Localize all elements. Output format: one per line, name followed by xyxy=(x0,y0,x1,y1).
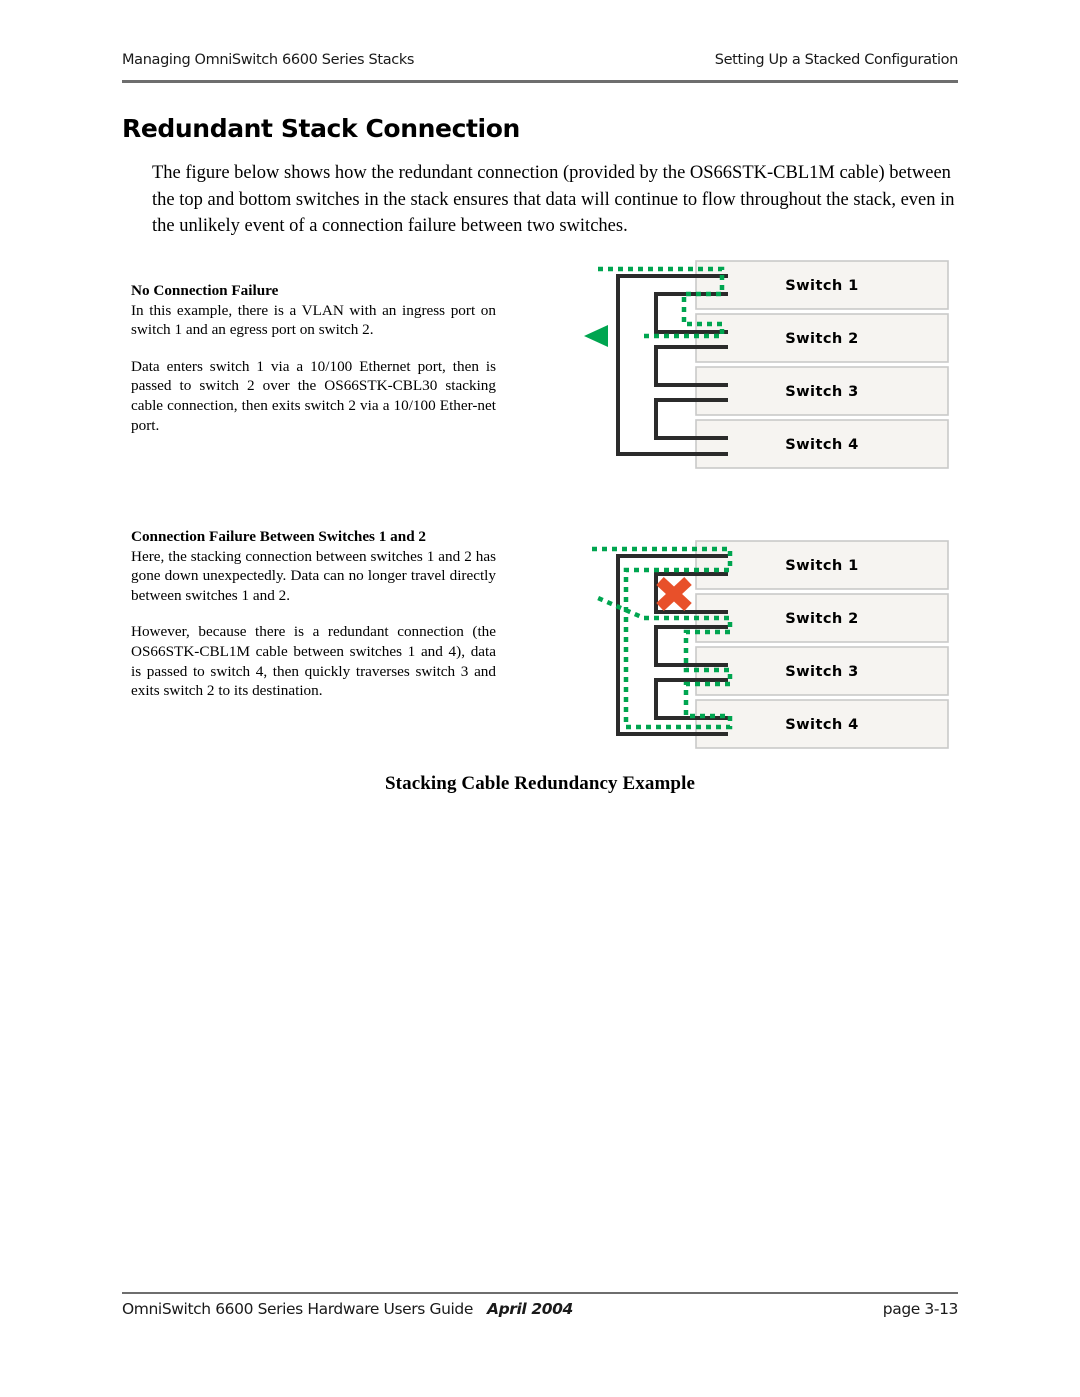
switch-label-4: Switch 4 xyxy=(785,716,858,733)
switch-label-4: Switch 4 xyxy=(785,436,858,453)
section-no-connection-failure: No Connection Failure In this example, t… xyxy=(131,281,496,435)
data-egress-arrow-icon xyxy=(584,325,608,347)
switch-label-1: Switch 1 xyxy=(785,277,858,294)
diagram-connection-failure: Switch 1 Switch 2 Switch 3 Switch 4 xyxy=(578,534,958,764)
footer-guide-title: OmniSwitch 6600 Series Hardware Users Gu… xyxy=(122,1300,473,1318)
header-right-title: Setting Up a Stacked Configuration xyxy=(714,52,959,68)
running-footer: OmniSwitch 6600 Series Hardware Users Gu… xyxy=(122,1300,958,1318)
switch-label-3: Switch 3 xyxy=(785,663,858,680)
footer-date: April 2004 xyxy=(486,1300,573,1318)
intro-paragraph: The figure below shows how the redundant… xyxy=(152,163,955,236)
switch-label-2: Switch 2 xyxy=(785,330,858,347)
connection-failure-x-icon xyxy=(656,576,692,612)
figure-caption: Stacking Cable Redundancy Example xyxy=(385,773,695,794)
switch-label-3: Switch 3 xyxy=(785,383,858,400)
running-header: Managing OmniSwitch 6600 Series Stacks S… xyxy=(122,52,958,68)
section-heading: Connection Failure Between Switches 1 an… xyxy=(131,528,427,545)
header-divider xyxy=(122,80,958,83)
diagram-no-connection-failure: Switch 1 Switch 2 Switch 3 Switch 4 xyxy=(578,254,958,484)
page-title: Redundant Stack Connection xyxy=(122,114,520,143)
switch-label-2: Switch 2 xyxy=(785,610,858,627)
switch-label-1: Switch 1 xyxy=(785,557,858,574)
section-paragraph: In this example, there is a VLAN with an… xyxy=(131,301,496,339)
section-connection-failure: Connection Failure Between Switches 1 an… xyxy=(131,527,496,701)
header-left-title: Managing OmniSwitch 6600 Series Stacks xyxy=(122,52,415,68)
footer-divider xyxy=(122,1292,958,1294)
section-paragraph: Data enters switch 1 via a 10/100 Ethern… xyxy=(131,357,496,434)
section-paragraph: However, because there is a redundant co… xyxy=(131,623,496,700)
document-page: Managing OmniSwitch 6600 Series Stacks S… xyxy=(0,0,1080,1397)
section-paragraph: Here, the stacking connection between sw… xyxy=(131,547,496,604)
section-heading: No Connection Failure xyxy=(131,282,279,299)
footer-page-number: page 3-13 xyxy=(882,1300,959,1318)
